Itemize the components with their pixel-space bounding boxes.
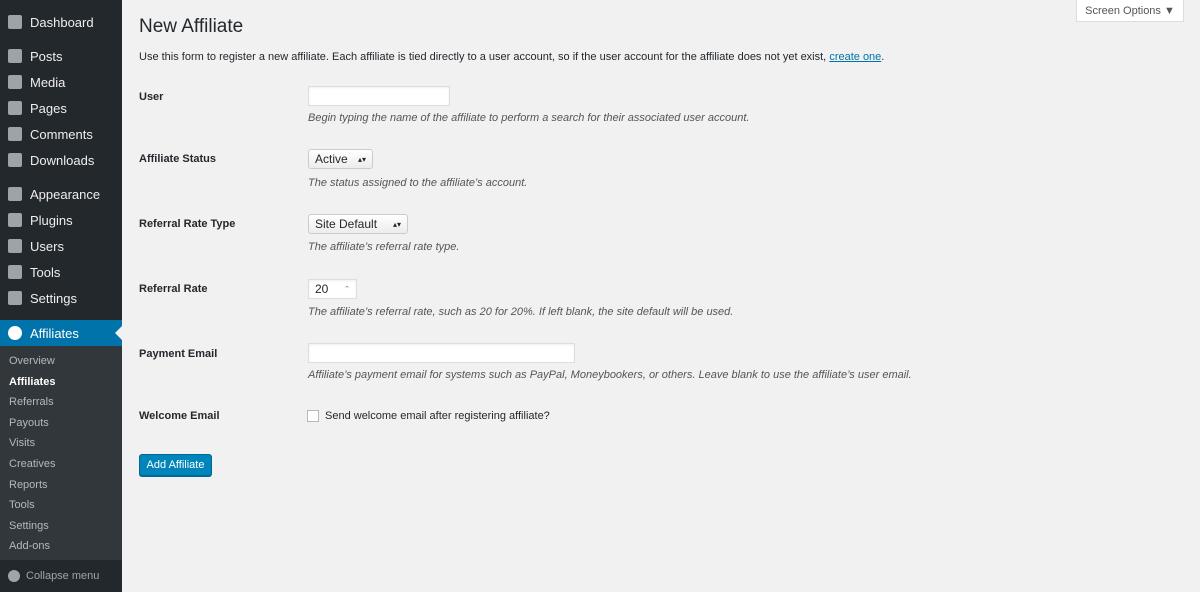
menu-dashboard[interactable]: Dashboard xyxy=(0,9,122,35)
submenu-affiliates[interactable]: Affiliates xyxy=(9,376,55,388)
user-desc: Begin typing the name of the affiliate t… xyxy=(308,112,750,124)
user-input[interactable] xyxy=(308,86,450,106)
brush-icon xyxy=(8,187,22,201)
submenu-overview[interactable]: Overview xyxy=(9,355,55,367)
menu-tools[interactable]: Tools xyxy=(0,259,122,285)
submenu-creatives[interactable]: Creatives xyxy=(9,458,55,470)
collapse-menu-button[interactable]: Collapse menu xyxy=(8,570,99,582)
media-icon xyxy=(8,75,22,89)
menu-plugins[interactable]: Plugins xyxy=(0,207,122,233)
status-desc: The status assigned to the affiliate’s a… xyxy=(308,177,528,189)
wrench-icon xyxy=(8,265,22,279)
menu-appearance[interactable]: Appearance xyxy=(0,181,122,207)
status-select[interactable]: Active ▴▾ xyxy=(308,149,373,169)
comment-icon xyxy=(8,127,22,141)
pages-icon xyxy=(8,101,22,115)
rate-label: Referral Rate xyxy=(139,283,208,295)
submenu-payouts[interactable]: Payouts xyxy=(9,417,49,429)
settings-icon xyxy=(8,291,22,305)
submenu-referrals[interactable]: Referrals xyxy=(9,396,54,408)
admin-sidebar: Dashboard Posts Media Pages Comments Dow… xyxy=(0,0,122,592)
menu-downloads[interactable]: Downloads xyxy=(0,147,122,173)
welcome-label: Welcome Email xyxy=(139,410,220,422)
plug-icon xyxy=(8,213,22,227)
submenu-addons[interactable]: Add-ons xyxy=(9,540,50,552)
menu-posts[interactable]: Posts xyxy=(0,43,122,69)
create-user-link[interactable]: create one xyxy=(829,51,881,63)
menu-media[interactable]: Media xyxy=(0,69,122,95)
affiliates-submenu: Overview Affiliates Referrals Payouts Vi… xyxy=(0,346,122,560)
collapse-icon xyxy=(8,570,20,582)
email-desc: Affiliate’s payment email for systems su… xyxy=(308,369,912,381)
rate-type-label: Referral Rate Type xyxy=(139,218,236,230)
submenu-visits[interactable]: Visits xyxy=(9,437,35,449)
email-input[interactable] xyxy=(308,343,575,363)
submenu-tools[interactable]: Tools xyxy=(9,499,35,511)
rate-input[interactable]: 20 ⌃ xyxy=(308,279,357,299)
menu-pages[interactable]: Pages xyxy=(0,95,122,121)
dashboard-icon xyxy=(8,15,22,29)
intro-text: Use this form to register a new affiliat… xyxy=(139,51,885,63)
submenu-settings[interactable]: Settings xyxy=(9,520,49,532)
email-label: Payment Email xyxy=(139,348,218,360)
screen-options-button[interactable]: Screen Options ▼ xyxy=(1076,0,1184,22)
rate-type-desc: The affiliate’s referral rate type. xyxy=(308,241,460,253)
submenu-reports[interactable]: Reports xyxy=(9,479,48,491)
select-arrows-icon: ▴▾ xyxy=(392,219,401,229)
welcome-email-checkbox[interactable] xyxy=(307,410,319,422)
affiliates-icon xyxy=(8,326,22,340)
rate-desc: The affiliate’s referral rate, such as 2… xyxy=(308,306,734,318)
download-icon xyxy=(8,153,22,167)
spinner-icon[interactable]: ⌃ xyxy=(344,285,350,293)
menu-users[interactable]: Users xyxy=(0,233,122,259)
rate-type-select[interactable]: Site Default ▴▾ xyxy=(308,214,408,234)
menu-affiliates[interactable]: Affiliates xyxy=(0,320,122,346)
menu-comments[interactable]: Comments xyxy=(0,121,122,147)
select-arrows-icon: ▴▾ xyxy=(357,154,366,164)
page-title: New Affiliate xyxy=(139,16,244,37)
pin-icon xyxy=(8,49,22,63)
add-affiliate-button[interactable]: Add Affiliate xyxy=(139,454,212,476)
welcome-email-checkbox-label[interactable]: Send welcome email after registering aff… xyxy=(325,410,550,422)
user-label: User xyxy=(139,91,164,103)
status-label: Affiliate Status xyxy=(139,153,217,165)
menu-settings[interactable]: Settings xyxy=(0,285,122,311)
user-icon xyxy=(8,239,22,253)
